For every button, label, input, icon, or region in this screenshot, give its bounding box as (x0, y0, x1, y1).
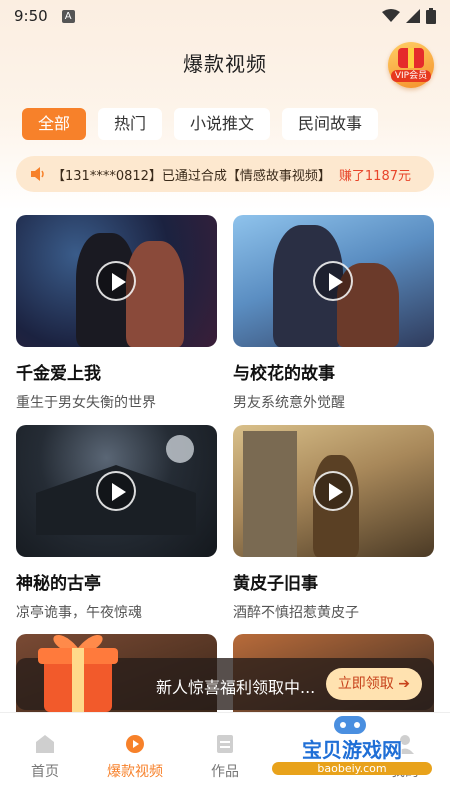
video-icon (126, 735, 144, 753)
video-thumbnail[interactable] (16, 425, 217, 557)
video-thumbnail[interactable] (233, 215, 434, 347)
video-card[interactable]: 黄皮子旧事 酒醉不慎招惹黄皮子 (233, 425, 434, 635)
notice-marquee: 【131****0812】已通过合成【情感故事视频】 赚了1187元 (16, 156, 434, 192)
works-icon (217, 735, 233, 753)
page-title: 爆款视频 (183, 52, 267, 76)
page-header: 爆款视频 VIP会员 (0, 42, 450, 88)
vip-label: VIP会员 (390, 70, 432, 82)
status-bar: 9:50 A (0, 0, 450, 32)
card-subtitle: 男友系统意外觉醒 (233, 395, 345, 411)
tab-novel[interactable]: 小说推文 (174, 108, 271, 140)
earn-amount: 赚了1187元 (338, 168, 411, 184)
notification-icon: A (61, 9, 75, 23)
claim-button-label: 立即领取 (337, 676, 394, 692)
category-tabs: 全部 热门 小说推文 民间故事 (22, 108, 379, 140)
watermark-url: baobeiy.com (272, 762, 432, 775)
gift-icon (398, 48, 424, 68)
tab-home[interactable]: 首页 (0, 713, 90, 800)
home-icon (36, 735, 54, 753)
tab-all[interactable]: 全部 (22, 108, 87, 140)
status-time: 9:50 (14, 7, 48, 25)
marquee-text: 【131****0812】已通过合成【情感故事视频】 (52, 168, 331, 184)
site-watermark: 宝贝游戏网 baobeiy.com (272, 712, 432, 782)
gift-box-icon (38, 634, 118, 712)
tab-folk-story[interactable]: 民间故事 (282, 108, 379, 140)
tab-works[interactable]: 作品 (180, 713, 270, 800)
play-icon[interactable] (313, 471, 353, 511)
speaker-icon (31, 167, 44, 181)
gamepad-icon (334, 716, 366, 734)
card-title: 与校花的故事 (233, 364, 335, 384)
wifi-icon (382, 9, 400, 22)
video-card[interactable]: 神秘的古亭 凉亭诡事，午夜惊魂 (16, 425, 217, 635)
figure-woman (126, 241, 184, 347)
tab-works-label: 作品 (211, 764, 239, 780)
video-thumbnail[interactable] (233, 425, 434, 557)
arrow-icon: ➔ (398, 676, 410, 692)
watermark-name: 宝贝游戏网 (302, 738, 402, 762)
card-subtitle: 酒醉不慎招惹黄皮子 (233, 605, 359, 621)
card-title: 黄皮子旧事 (233, 574, 318, 594)
card-subtitle: 凉亭诡事，午夜惊魂 (16, 605, 142, 621)
battery-icon (426, 8, 436, 24)
card-subtitle: 重生于男女失衡的世界 (16, 395, 156, 411)
tab-hot-video[interactable]: 爆款视频 (90, 713, 180, 800)
vip-button[interactable]: VIP会员 (388, 42, 434, 88)
play-icon[interactable] (96, 471, 136, 511)
play-icon[interactable] (313, 261, 353, 301)
moon-shape (166, 435, 194, 463)
video-card[interactable]: 千金爱上我 重生于男女失衡的世界 (16, 215, 217, 425)
tab-hot-video-label: 爆款视频 (107, 764, 163, 780)
signal-icon (406, 9, 420, 23)
tab-hot[interactable]: 热门 (98, 108, 163, 140)
play-icon[interactable] (96, 261, 136, 301)
tab-home-label: 首页 (31, 764, 59, 780)
video-thumbnail[interactable] (16, 215, 217, 347)
card-title: 神秘的古亭 (16, 574, 101, 594)
stele-shape (243, 431, 297, 557)
video-card[interactable]: 与校花的故事 男友系统意外觉醒 (233, 215, 434, 425)
claim-button[interactable]: 立即领取 ➔ (325, 668, 422, 700)
video-grid: 千金爱上我 重生于男女失衡的世界 与校花的故事 男友系统意外觉醒 神秘的古亭 凉… (16, 215, 434, 635)
card-title: 千金爱上我 (16, 364, 101, 384)
promo-text: 新人惊喜福利领取中... (156, 678, 316, 697)
